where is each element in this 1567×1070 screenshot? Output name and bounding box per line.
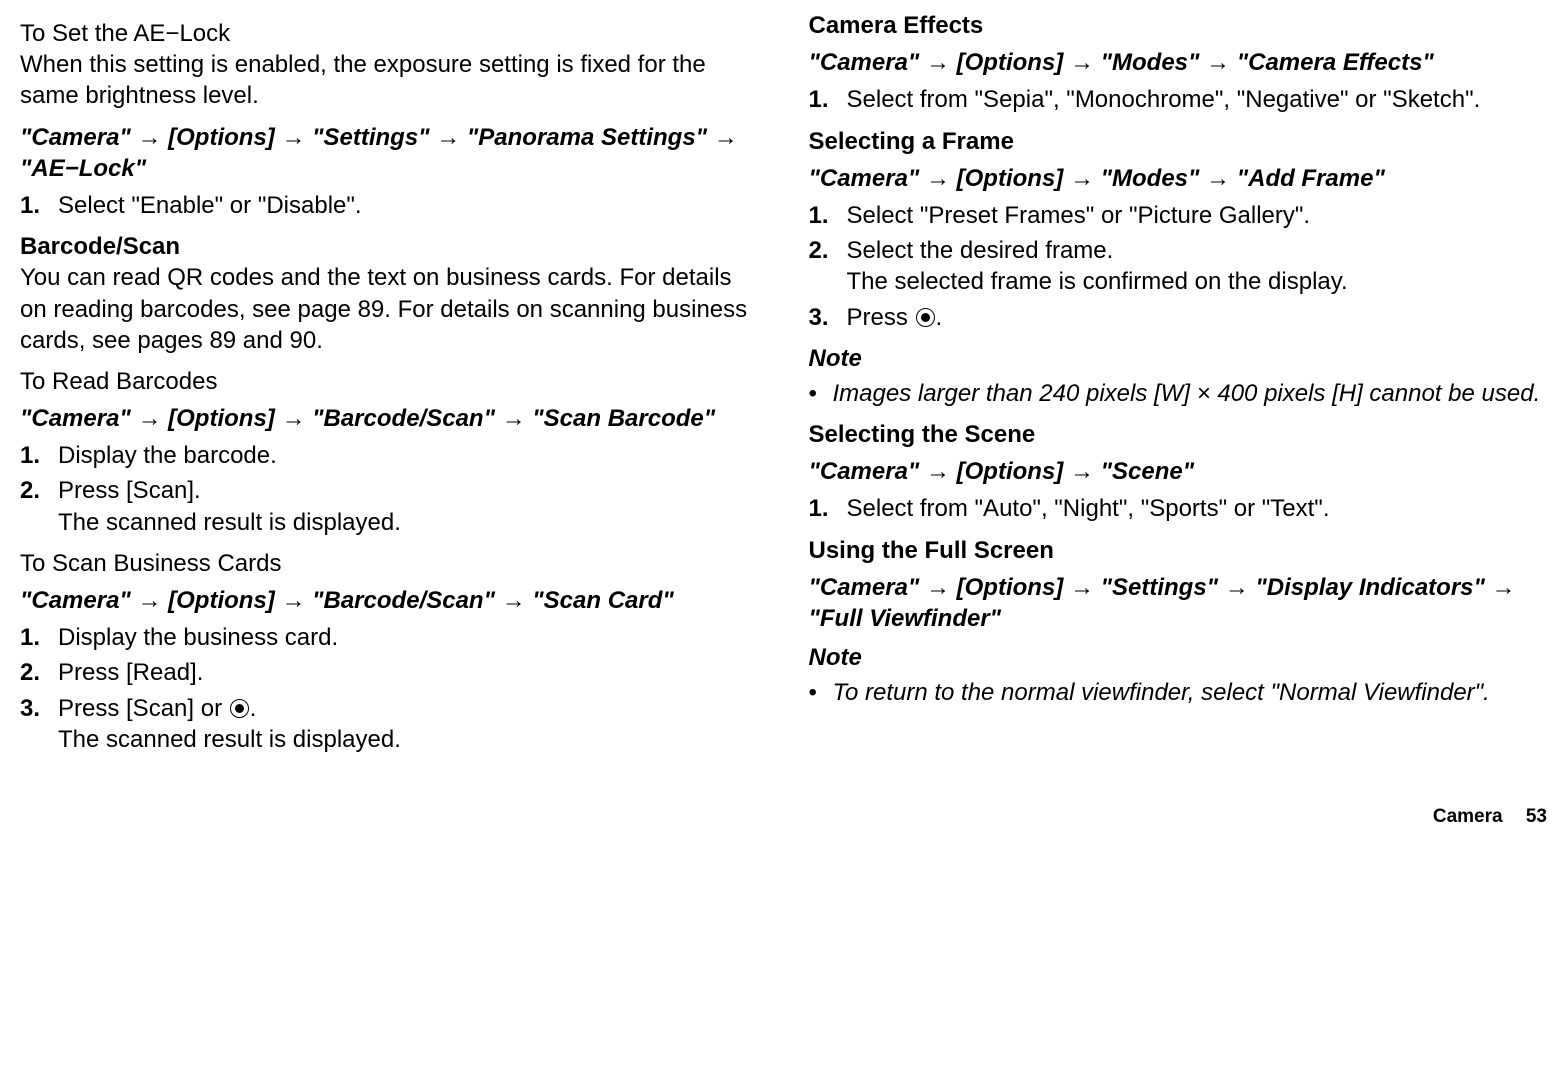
ae-lock-desc: When this setting is enabled, the exposu… <box>20 49 759 111</box>
list-item: 1. Select "Preset Frames" or "Picture Ga… <box>809 200 1548 231</box>
bullet-icon: • <box>809 677 821 708</box>
scan-cards-heading: To Scan Business Cards <box>20 548 759 579</box>
list-item: 2. Select the desired frame. The selecte… <box>809 235 1548 297</box>
barcode-scan-desc: You can read QR codes and the text on bu… <box>20 262 759 356</box>
page-number: 53 <box>1526 806 1547 827</box>
list-item: 2. Press [Read]. <box>20 657 759 688</box>
step-text: Select "Enable" or "Disable". <box>58 190 362 221</box>
step-text: Press [Scan] or . The scanned result is … <box>58 693 401 755</box>
note-text: To return to the normal viewfinder, sele… <box>833 677 1548 708</box>
center-button-icon <box>916 308 935 327</box>
full-screen-heading: Using the Full Screen <box>809 535 1548 566</box>
full-screen-path: "Camera" → [Options] → "Settings" → "Dis… <box>809 572 1548 634</box>
camera-effects-heading: Camera Effects <box>809 10 1548 41</box>
scan-cards-path: "Camera" → [Options] → "Barcode/Scan" → … <box>20 585 759 616</box>
page-content: To Set the AE−Lock When this setting is … <box>20 10 1547 765</box>
step-number: 1. <box>809 200 833 231</box>
step-number: 1. <box>20 622 44 653</box>
bullet-icon: • <box>809 378 821 409</box>
list-item: 3. Press [Scan] or . The scanned result … <box>20 693 759 755</box>
camera-effects-steps: 1. Select from "Sepia", "Monochrome", "N… <box>809 84 1548 115</box>
step-number: 3. <box>809 302 833 333</box>
select-scene-steps: 1. Select from "Auto", "Night", "Sports"… <box>809 493 1548 524</box>
list-item: 1. Display the barcode. <box>20 440 759 471</box>
list-item: 1. Display the business card. <box>20 622 759 653</box>
step-text: Press . <box>847 302 943 333</box>
step-number: 1. <box>809 84 833 115</box>
read-barcodes-path: "Camera" → [Options] → "Barcode/Scan" → … <box>20 403 759 434</box>
ae-lock-heading: To Set the AE−Lock <box>20 18 759 49</box>
step-number: 1. <box>20 440 44 471</box>
step-number: 1. <box>20 190 44 221</box>
page-footer: Camera 53 <box>20 805 1547 830</box>
note-item: • Images larger than 240 pixels [W] × 40… <box>809 378 1548 409</box>
list-item: 1. Select "Enable" or "Disable". <box>20 190 759 221</box>
left-column: To Set the AE−Lock When this setting is … <box>20 10 759 765</box>
footer-section: Camera <box>1433 806 1503 827</box>
read-barcodes-heading: To Read Barcodes <box>20 366 759 397</box>
note-list: • To return to the normal viewfinder, se… <box>809 677 1548 708</box>
center-button-icon <box>230 699 249 718</box>
step-text: Select from "Auto", "Night", "Sports" or… <box>847 493 1330 524</box>
read-barcodes-steps: 1. Display the barcode. 2. Press [Scan].… <box>20 440 759 538</box>
step-text: Display the barcode. <box>58 440 277 471</box>
scan-cards-steps: 1. Display the business card. 2. Press [… <box>20 622 759 755</box>
select-scene-path: "Camera" → [Options] → "Scene" <box>809 456 1548 487</box>
note-label: Note <box>809 343 1548 374</box>
ae-lock-steps: 1. Select "Enable" or "Disable". <box>20 190 759 221</box>
select-frame-steps: 1. Select "Preset Frames" or "Picture Ga… <box>809 200 1548 333</box>
camera-effects-path: "Camera" → [Options] → "Modes" → "Camera… <box>809 47 1548 78</box>
note-item: • To return to the normal viewfinder, se… <box>809 677 1548 708</box>
note-label: Note <box>809 642 1548 673</box>
step-text: Press [Read]. <box>58 657 203 688</box>
list-item: 2. Press [Scan]. The scanned result is d… <box>20 475 759 537</box>
ae-lock-path: "Camera" → [Options] → "Settings" → "Pan… <box>20 122 759 184</box>
step-number: 2. <box>809 235 833 266</box>
step-number: 3. <box>20 693 44 724</box>
step-text: Select the desired frame. The selected f… <box>847 235 1348 297</box>
step-text: Select "Preset Frames" or "Picture Galle… <box>847 200 1311 231</box>
list-item: 3. Press . <box>809 302 1548 333</box>
step-number: 2. <box>20 475 44 506</box>
list-item: 1. Select from "Sepia", "Monochrome", "N… <box>809 84 1548 115</box>
select-frame-heading: Selecting a Frame <box>809 126 1548 157</box>
step-number: 2. <box>20 657 44 688</box>
barcode-scan-heading: Barcode/Scan <box>20 231 759 262</box>
step-number: 1. <box>809 493 833 524</box>
list-item: 1. Select from "Auto", "Night", "Sports"… <box>809 493 1548 524</box>
step-text: Select from "Sepia", "Monochrome", "Nega… <box>847 84 1481 115</box>
step-text: Display the business card. <box>58 622 338 653</box>
note-list: • Images larger than 240 pixels [W] × 40… <box>809 378 1548 409</box>
right-column: Camera Effects "Camera" → [Options] → "M… <box>809 10 1548 765</box>
select-frame-path: "Camera" → [Options] → "Modes" → "Add Fr… <box>809 163 1548 194</box>
select-scene-heading: Selecting the Scene <box>809 419 1548 450</box>
step-text: Press [Scan]. The scanned result is disp… <box>58 475 401 537</box>
note-text: Images larger than 240 pixels [W] × 400 … <box>833 378 1548 409</box>
